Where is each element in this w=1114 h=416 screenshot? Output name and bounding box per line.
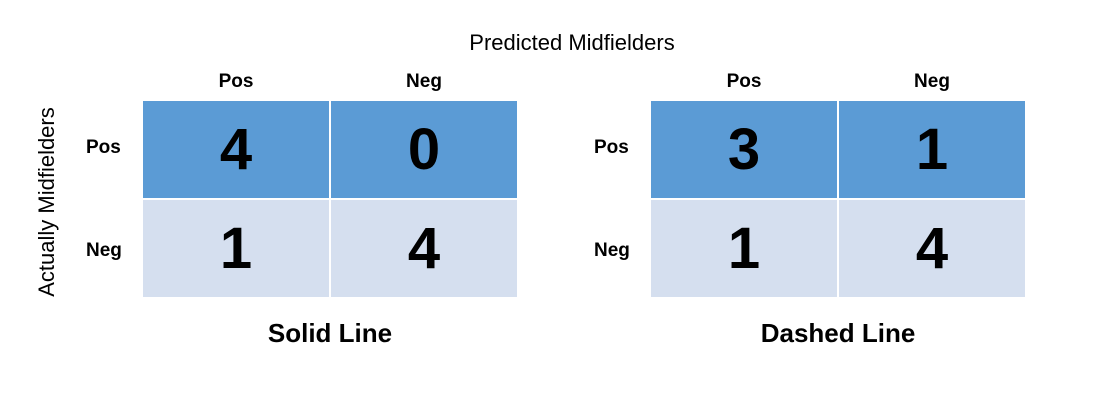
- cell-true-positive: 4: [143, 101, 329, 198]
- matrix-grid: 3 1 1 4: [651, 101, 1025, 297]
- matrix-caption: Solid Line: [267, 318, 393, 348]
- row-header-neg: Neg: [86, 240, 122, 261]
- col-header-neg: Neg: [406, 71, 442, 92]
- col-header-neg: Neg: [914, 71, 950, 92]
- matrix-caption: Dashed Line: [760, 318, 916, 348]
- row-header-neg: Neg: [594, 240, 630, 261]
- cell-true-positive: 3: [651, 101, 837, 198]
- col-header-pos: Pos: [218, 71, 254, 92]
- row-header-pos: Pos: [594, 137, 629, 158]
- cell-false-positive: 1: [651, 200, 837, 297]
- cell-true-negative: 4: [331, 200, 517, 297]
- row-header-pos: Pos: [86, 137, 121, 158]
- cell-true-negative: 4: [839, 200, 1025, 297]
- cell-false-positive: 1: [143, 200, 329, 297]
- cell-false-negative: 1: [839, 101, 1025, 198]
- cell-false-negative: 0: [331, 101, 517, 198]
- matrix-grid: 4 0 1 4: [143, 101, 517, 297]
- actual-axis-title: Actually Midfielders: [34, 107, 59, 297]
- predicted-axis-title: Predicted Midfielders: [469, 30, 675, 55]
- col-header-pos: Pos: [726, 71, 762, 92]
